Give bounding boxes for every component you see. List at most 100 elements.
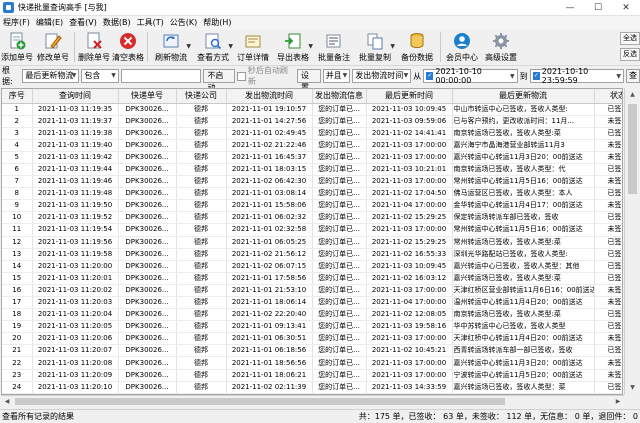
table-row[interactable]: 2 2021-11-03 11:19:37 DPK30026... 德邦 2021-11…	[2, 115, 622, 128]
table-row[interactable]: 24 2021-11-03 11:20:10 DPK30026... 德邦 2021-1…	[2, 381, 622, 394]
column-header[interactable]: 发出物流时间	[226, 89, 313, 104]
table-cell: 德邦	[176, 103, 227, 116]
order-detail-button[interactable]: 订单详情	[234, 30, 272, 64]
table-cell: 2021-11-02 16:03:12	[366, 272, 453, 285]
delete-number-button[interactable]: 删除单号	[77, 30, 111, 64]
table-cell: 2021-11-03 11:19:54	[32, 223, 119, 237]
menu-program[interactable]: 程序(F)	[0, 16, 33, 30]
chevron-down-icon: ▼	[616, 72, 622, 80]
menu-help[interactable]: 帮助(H)	[200, 16, 234, 30]
results-table[interactable]: 序号查询时间快递单号快递公司发出物流时间发出物流信息最后更新时间最后更新物流状态…	[1, 88, 623, 395]
table-row[interactable]: 20 2021-11-03 11:20:06 DPK30026... 德邦 2021-1…	[2, 332, 622, 346]
filter-label: 根据:	[2, 66, 13, 86]
logic-select[interactable]: 并且 ▼	[322, 69, 351, 83]
auto-refresh-toggle-button[interactable]: 不启动	[203, 69, 236, 92]
table-row[interactable]: 13 2021-11-03 11:19:58 DPK30026... 德邦 2021-1…	[2, 248, 622, 261]
table-row[interactable]: 15 2021-11-03 11:20:01 DPK30026... 德邦 2021-1…	[2, 272, 622, 285]
minimize-button[interactable]: —	[556, 0, 584, 16]
table-row[interactable]: 22 2021-11-03 11:20:08 DPK30026... 德邦 2021-1…	[2, 356, 622, 370]
column-header[interactable]: 发出物流信息	[312, 89, 367, 104]
table-row[interactable]: 12 2021-11-03 11:19:56 DPK30026... 德邦 2021-1…	[2, 236, 622, 249]
close-window-button[interactable]: ✕	[612, 0, 640, 16]
table-cell: DPK30026...	[118, 369, 177, 382]
vip-center-button[interactable]: 会员中心	[443, 30, 481, 64]
table-cell: 9	[2, 199, 33, 213]
auto-refresh-checkbox[interactable]: 秒后自动刷新	[237, 65, 295, 87]
table-row[interactable]: 17 2021-11-03 11:20:03 DPK30026... 德邦 2021-1…	[2, 296, 622, 310]
table-cell: DPK30026...	[118, 320, 177, 334]
table-cell: 德邦	[176, 332, 227, 346]
table-cell: 德邦	[176, 151, 227, 164]
table-row[interactable]: 10 2021-11-03 11:19:52 DPK30026... 德邦 2021-1…	[2, 211, 622, 225]
to-datetime-picker[interactable]: ✓ 2021-10-10 23:59:59 ▼	[529, 67, 625, 85]
add-number-button[interactable]: 添加单号	[0, 30, 34, 64]
menu-tools[interactable]: 工具(T)	[134, 16, 167, 30]
table-row[interactable]: 21 2021-11-03 11:20:07 DPK30026... 德邦 2021-1…	[2, 344, 622, 358]
table-row[interactable]: 7 2021-11-03 11:19:46 DPK30026... 德邦 2021-11…	[2, 175, 622, 189]
column-header[interactable]: 状态	[594, 89, 622, 104]
table-cell: 已签收	[594, 103, 622, 116]
table-cell: 您的订单已...	[312, 175, 367, 189]
maximize-button[interactable]: ☐	[584, 0, 612, 16]
table-cell: 2021-11-03 17:00:00	[366, 356, 453, 370]
query-button[interactable]: 查	[626, 69, 640, 83]
table-row[interactable]: 23 2021-11-03 11:20:09 DPK30026... 德邦 2021-1…	[2, 369, 622, 382]
column-header[interactable]: 查询时间	[32, 89, 119, 104]
table-cell: 2021-11-03 11:19:38	[32, 127, 119, 140]
table-cell: 2021-11-02 12:08:05	[366, 308, 453, 322]
vertical-scrollbar[interactable]: ▲ ▼	[624, 88, 640, 395]
table-row[interactable]: 5 2021-11-03 11:19:42 DPK30026... 德邦 2021-11…	[2, 151, 622, 164]
table-row[interactable]: 11 2021-11-03 11:19:54 DPK30026... 德邦 2021-1…	[2, 223, 622, 237]
table-cell: 德邦	[176, 175, 227, 189]
date-field-select[interactable]: 发出物流时间 ▼	[352, 69, 412, 83]
table-row[interactable]: 18 2021-11-03 11:20:04 DPK30026... 德邦 2021-1…	[2, 308, 622, 322]
table-row[interactable]: 16 2021-11-03 11:20:02 DPK30026... 德邦 2021-1…	[2, 284, 622, 298]
batch-remark-button[interactable]: 批量备注	[314, 30, 354, 64]
table-cell: DPK30026...	[118, 127, 177, 140]
table-row[interactable]: 3 2021-11-03 11:19:38 DPK30026... 德邦 2021-11…	[2, 127, 622, 140]
column-header[interactable]: 最后更新时间	[366, 89, 453, 104]
filter-settings-button[interactable]: 设置	[296, 69, 321, 92]
invert-selection-button[interactable]: 反选	[620, 48, 640, 61]
table-cell: 17	[2, 296, 33, 310]
menu-view[interactable]: 查看(V)	[66, 16, 100, 30]
horizontal-scrollbar[interactable]: ◀ ▶	[1, 395, 624, 407]
clear-table-button[interactable]: 清空表格	[111, 30, 145, 64]
table-cell: 未签收	[594, 223, 622, 237]
table-row[interactable]: 8 2021-11-03 11:19:48 DPK30026... 德邦 2021-11…	[2, 187, 622, 201]
table-cell: 您的订单已...	[312, 381, 367, 394]
table-row[interactable]: 14 2021-11-03 11:20:00 DPK30026... 德邦 2021-1…	[2, 260, 622, 273]
table-cell: 常州转运场已签收，签收人类型:菜	[452, 236, 595, 249]
column-header[interactable]: 序号	[2, 89, 33, 104]
table-cell: DPK30026...	[118, 308, 177, 322]
select-all-button[interactable]: 全选	[620, 32, 640, 45]
table-cell: 您的订单已...	[312, 151, 367, 164]
backup-data-button[interactable]: 备份数据	[396, 30, 438, 64]
column-header[interactable]: 最后更新物流	[452, 89, 595, 104]
from-datetime-picker[interactable]: ✓ 2021-10-10 00:00:00 ▼	[423, 67, 518, 85]
table-cell: 2021-11-01 21:53:10	[226, 284, 313, 298]
view-mode-button[interactable]: 查看方式 ▼	[192, 30, 234, 64]
menu-edit[interactable]: 编辑(E)	[33, 16, 66, 30]
table-cell: 德邦	[176, 139, 227, 152]
table-cell: 23	[2, 369, 33, 382]
edit-number-button[interactable]: 修改单号	[34, 30, 72, 64]
export-table-button[interactable]: 导出表格 ▼	[272, 30, 314, 64]
table-cell: 2021-11-01 16:45:37	[226, 151, 313, 164]
table-row[interactable]: 1 2021-11-03 11:19:35 DPK30026... 德邦 2021-11…	[2, 103, 622, 116]
menu-announcement[interactable]: 公告(K)	[167, 16, 201, 30]
table-row[interactable]: 6 2021-11-03 11:19:44 DPK30026... 德邦 2021-11…	[2, 163, 622, 177]
advanced-settings-button[interactable]: 高级设置	[481, 30, 521, 64]
refresh-logistics-button[interactable]: 刷新物流 ▼	[150, 30, 192, 64]
filter-value-input[interactable]	[120, 69, 202, 83]
filter-operator-select[interactable]: 包含 ▼	[81, 69, 119, 83]
table-row[interactable]: 4 2021-11-03 11:19:40 DPK30026... 德邦 2021-11…	[2, 139, 622, 152]
column-header[interactable]: 快递单号	[118, 89, 177, 104]
table-cell: 已签收	[594, 163, 622, 177]
column-header[interactable]: 快递公司	[176, 89, 227, 104]
table-row[interactable]: 19 2021-11-03 11:20:05 DPK30026... 德邦 2021-1…	[2, 320, 622, 334]
filter-field-select[interactable]: 最后更新物流 ▼	[22, 69, 80, 83]
menu-data[interactable]: 数据(B)	[100, 16, 134, 30]
batch-copy-button[interactable]: 批量复制 ▼	[354, 30, 396, 64]
table-row[interactable]: 9 2021-11-03 11:19:50 DPK30026... 德邦 2021-11…	[2, 199, 622, 213]
